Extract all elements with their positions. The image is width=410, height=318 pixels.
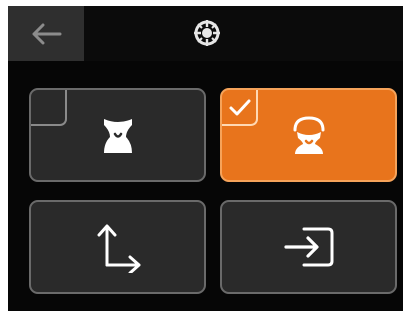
nozzle-wiping-icon: [293, 116, 324, 154]
tile-axes[interactable]: [29, 200, 206, 294]
axes-move-icon: [97, 224, 140, 273]
arrow-left-icon: [32, 23, 62, 44]
tile-import[interactable]: [220, 200, 397, 294]
device-screen: [8, 6, 403, 311]
nozzle-cleaning-icon: [103, 119, 132, 153]
crosshair-logo-icon: [194, 20, 220, 46]
tile-mode-b[interactable]: [220, 88, 397, 182]
back-button[interactable]: [8, 6, 84, 61]
top-bar: [8, 6, 403, 61]
checkmark-icon: [229, 99, 251, 116]
tile-mode-a[interactable]: [29, 88, 206, 182]
import-enter-icon: [283, 227, 333, 267]
select-box: [31, 90, 67, 126]
